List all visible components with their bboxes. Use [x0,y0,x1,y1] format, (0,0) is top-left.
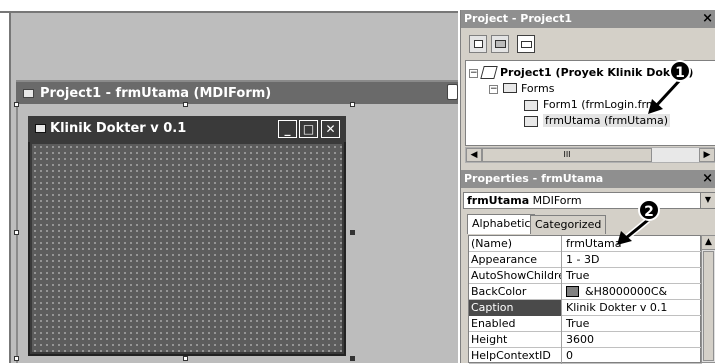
callout-1-arrow [654,78,682,108]
callout-badge-1: 1 [669,60,691,82]
annotation-arrows [617,77,683,245]
callout-badge-2: 2 [638,199,660,221]
callout-2-arrow [625,218,649,240]
